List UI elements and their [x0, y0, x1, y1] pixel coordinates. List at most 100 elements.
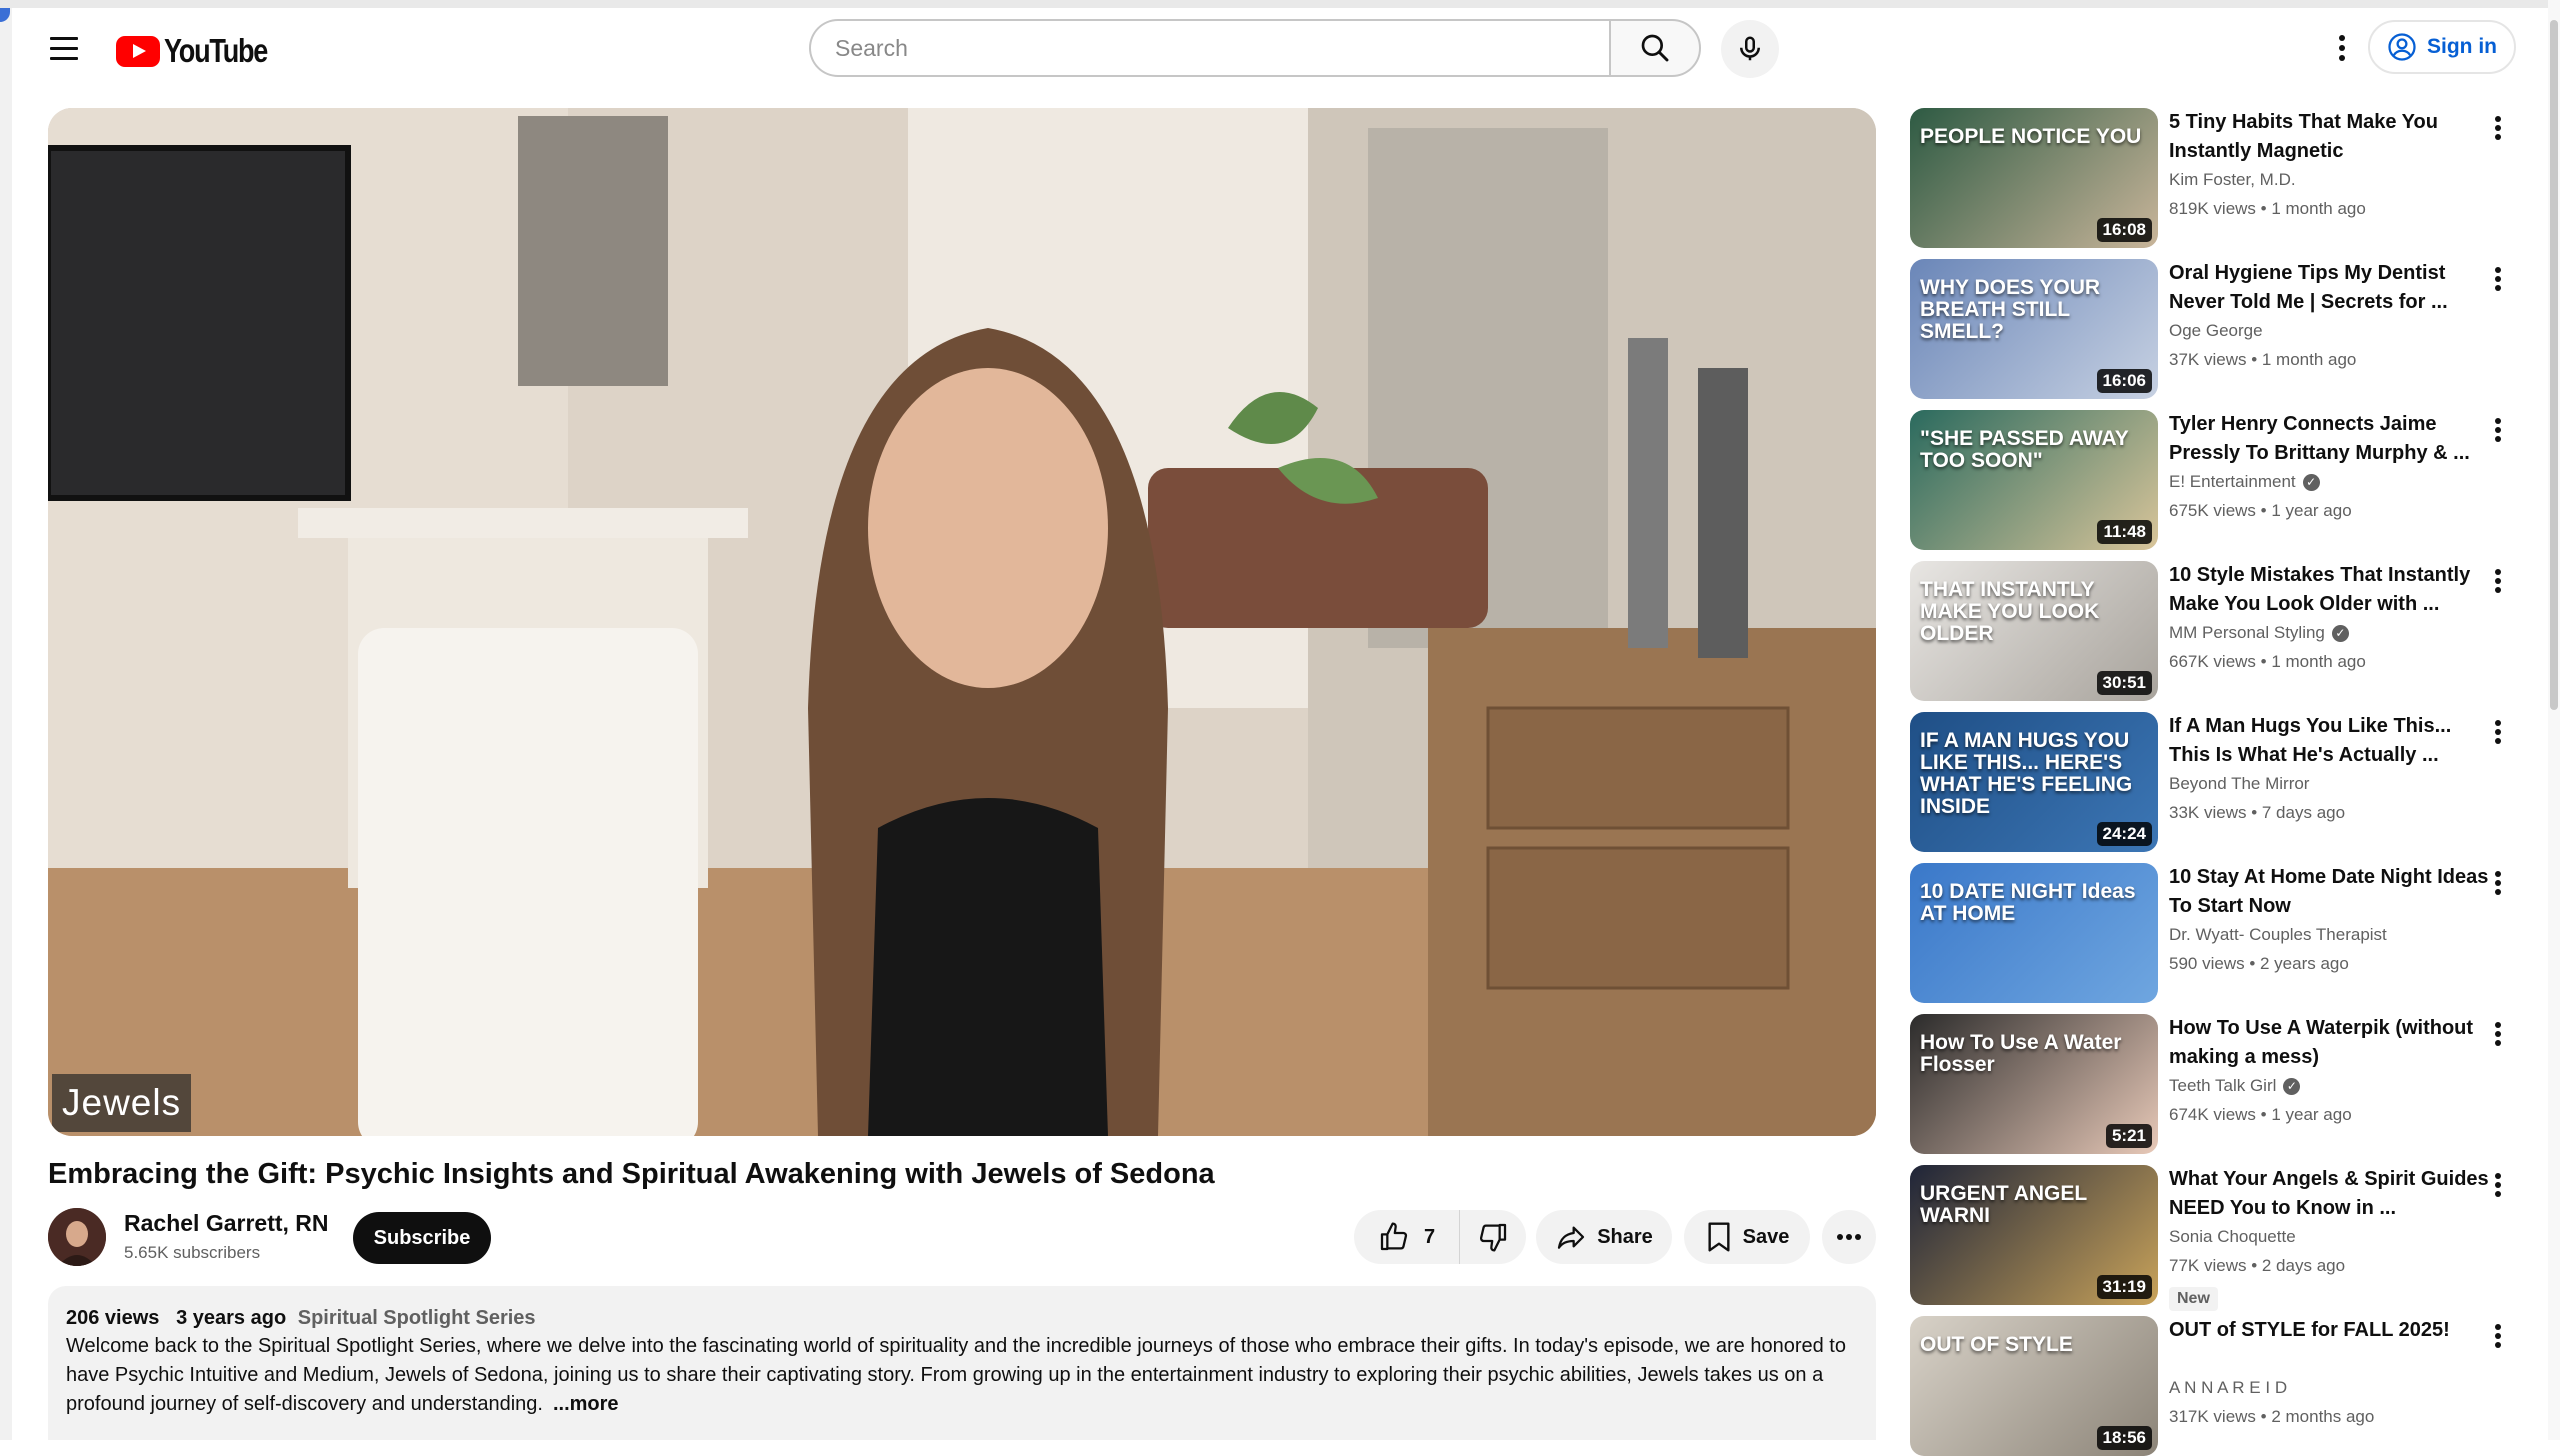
account-circle-icon	[2388, 33, 2416, 61]
voice-search-button[interactable]	[1721, 20, 1779, 78]
save-button[interactable]: Save	[1684, 1210, 1810, 1264]
description-box[interactable]: 206 views 3 years ago Spiritual Spotligh…	[48, 1286, 1876, 1440]
recommendation-channel[interactable]: Teeth Talk Girl ✓	[2169, 1076, 2301, 1096]
bookmark-icon	[1708, 1222, 1730, 1252]
avatar-image	[48, 1208, 106, 1266]
show-more-link[interactable]: ...more	[553, 1393, 619, 1415]
scrollbar-thumb[interactable]	[2550, 20, 2558, 710]
youtube-logo[interactable]: YouTube	[116, 32, 290, 70]
recommendation-item[interactable]: 10 DATE NIGHT Ideas AT HOME 10 Stay At Ho…	[1910, 863, 2530, 1003]
item-menu-button[interactable]	[2480, 714, 2516, 750]
thumbs-down-icon	[1479, 1223, 1507, 1252]
video-thumbnail[interactable]: OUT OF STYLE 18:56	[1910, 1316, 2158, 1456]
duration-badge: 16:08	[2096, 218, 2152, 242]
settings-menu-button[interactable]	[2320, 26, 2364, 70]
recommendation-item[interactable]: OUT OF STYLE 18:56 OUT of STYLE for FALL 2…	[1910, 1316, 2530, 1456]
channel-name[interactable]: Rachel Garrett, RN	[124, 1210, 329, 1237]
description-meta: 206 views 3 years ago Spiritual Spotligh…	[66, 1304, 1858, 1332]
video-thumbnail[interactable]: IF A MAN HUGS YOU LIKE THIS... HERE'S WH…	[1910, 712, 2158, 852]
youtube-play-icon	[116, 35, 160, 67]
search-button[interactable]	[1608, 19, 1701, 77]
thumbnail-caption: URGENT ANGEL WARNI	[1920, 1182, 2087, 1228]
item-menu-button[interactable]	[2480, 261, 2516, 297]
recommendation-title[interactable]: 10 Style Mistakes That Instantly Make Yo…	[2169, 561, 2489, 619]
item-menu-button[interactable]	[2480, 1167, 2516, 1203]
recommendation-title[interactable]: 5 Tiny Habits That Make You Instantly Ma…	[2169, 108, 2489, 166]
recommendation-channel[interactable]: Beyond The Mirror	[2169, 774, 2309, 794]
video-thumbnail[interactable]: THAT INSTANTLY MAKE YOU LOOK OLDER 30:51	[1910, 561, 2158, 701]
duration-badge: 24:24	[2096, 822, 2152, 846]
like-count: 7	[1423, 1225, 1436, 1248]
subscribe-button[interactable]: Subscribe	[353, 1212, 491, 1264]
video-thumbnail[interactable]: WHY DOES YOUR BREATH STILL SMELL? 16:06	[1910, 259, 2158, 399]
recommendation-title[interactable]: Tyler Henry Connects Jaime Pressly To Br…	[2169, 410, 2489, 468]
item-menu-button[interactable]	[2480, 563, 2516, 599]
recommendation-item[interactable]: WHY DOES YOUR BREATH STILL SMELL? 16:06 Or…	[1910, 259, 2530, 399]
recommendation-item[interactable]: How To Use A Water Flosser 5:21 How To Use…	[1910, 1014, 2530, 1154]
masthead: YouTube Sign in	[12, 8, 2548, 90]
like-button[interactable]: 7	[1354, 1210, 1460, 1264]
recommendation-title[interactable]: If A Man Hugs You Like This... This Is W…	[2169, 712, 2489, 770]
video-thumbnail[interactable]: 10 DATE NIGHT Ideas AT HOME	[1910, 863, 2158, 1003]
microphone-icon	[1740, 36, 1760, 61]
recommendation-title[interactable]: 10 Stay At Home Date Night Ideas To Star…	[2169, 863, 2489, 921]
duration-badge: 16:06	[2096, 369, 2152, 393]
verified-icon: ✓	[2302, 473, 2320, 491]
video-thumbnail[interactable]: How To Use A Water Flosser 5:21	[1910, 1014, 2158, 1154]
thumbnail-caption: WHY DOES YOUR BREATH STILL SMELL?	[1920, 276, 2101, 344]
sign-in-button[interactable]: Sign in	[2368, 20, 2516, 74]
recommendation-channel[interactable]: Kim Foster, M.D.	[2169, 170, 2296, 190]
share-icon	[1558, 1226, 1585, 1249]
video-thumbnail[interactable]: "SHE PASSED AWAY TOO SOON" 11:48	[1910, 410, 2158, 550]
description-body: Welcome back to the Spiritual Spotlight …	[66, 1335, 1846, 1415]
recommendation-meta: 37K views • 1 month ago	[2169, 350, 2357, 369]
item-menu-button[interactable]	[2480, 110, 2516, 146]
search-input[interactable]	[809, 19, 1609, 77]
more-actions-button[interactable]	[1822, 1210, 1876, 1264]
video-thumbnail[interactable]: PEOPLE NOTICE YOU 16:08	[1910, 108, 2158, 248]
page-scrollbar[interactable]	[2548, 0, 2560, 1440]
recommendation-channel[interactable]: Oge George	[2169, 321, 2263, 341]
video-player[interactable]: Jewels	[48, 108, 1876, 1136]
share-button[interactable]: Share	[1536, 1210, 1672, 1264]
recommendation-item[interactable]: "SHE PASSED AWAY TOO SOON" 11:48 Tyler Hen…	[1910, 410, 2530, 550]
player-name-overlay: Jewels	[52, 1074, 192, 1132]
recommendation-item[interactable]: THAT INSTANTLY MAKE YOU LOOK OLDER 30:51 1…	[1910, 561, 2530, 701]
search-box	[809, 19, 1701, 77]
recommendation-item[interactable]: URGENT ANGEL WARNI 31:19 What Your Angels …	[1910, 1165, 2530, 1311]
video-thumbnail[interactable]: URGENT ANGEL WARNI 31:19	[1910, 1165, 2158, 1305]
channel-avatar[interactable]	[48, 1208, 106, 1266]
series-tag[interactable]: Spiritual Spotlight Series	[298, 1307, 536, 1329]
more-horiz-icon	[1837, 1234, 1861, 1240]
more-vert-icon	[2495, 871, 2501, 895]
recommendation-channel[interactable]: Dr. Wyatt- Couples Therapist	[2169, 925, 2387, 945]
item-menu-button[interactable]	[2480, 865, 2516, 901]
search-icon	[1641, 34, 1669, 62]
thumbnail-caption: OUT OF STYLE	[1920, 1333, 2073, 1356]
recommendation-channel[interactable]: Sonia Choquette	[2169, 1227, 2296, 1247]
item-menu-button[interactable]	[2480, 1318, 2516, 1354]
recommendation-title[interactable]: What Your Angels & Spirit Guides NEED Yo…	[2169, 1165, 2489, 1223]
dislike-button[interactable]	[1460, 1210, 1526, 1264]
channel-label: MM Personal Styling	[2169, 623, 2325, 642]
recommendation-title[interactable]: OUT of STYLE for FALL 2025!	[2169, 1316, 2489, 1345]
item-menu-button[interactable]	[2480, 1016, 2516, 1052]
like-dislike-group: 7	[1354, 1210, 1526, 1264]
recommendation-item[interactable]: IF A MAN HUGS YOU LIKE THIS... HERE'S WH…	[1910, 712, 2530, 852]
thumbnail-caption: 10 DATE NIGHT Ideas AT HOME	[1920, 880, 2136, 926]
recommendation-channel[interactable]: A N N A R E I D	[2169, 1378, 2287, 1398]
recommendation-channel[interactable]: MM Personal Styling ✓	[2169, 623, 2349, 643]
menu-icon[interactable]	[42, 26, 86, 70]
duration-badge: 11:48	[2097, 520, 2152, 544]
thumbnail-caption: PEOPLE NOTICE YOU	[1920, 125, 2142, 148]
recommendation-title[interactable]: How To Use A Waterpik (without making a …	[2169, 1014, 2489, 1072]
new-badge: New	[2169, 1287, 2218, 1311]
recommendation-title[interactable]: Oral Hygiene Tips My Dentist Never Told …	[2169, 259, 2489, 317]
more-vert-icon	[2495, 569, 2501, 593]
more-vert-icon	[2495, 1173, 2501, 1197]
channel-label: Sonia Choquette	[2169, 1227, 2296, 1246]
logo-text: YouTube	[164, 32, 268, 69]
item-menu-button[interactable]	[2480, 412, 2516, 448]
recommendation-channel[interactable]: E! Entertainment ✓	[2169, 472, 2320, 492]
recommendation-item[interactable]: PEOPLE NOTICE YOU 16:08 5 Tiny Habits That…	[1910, 108, 2530, 248]
